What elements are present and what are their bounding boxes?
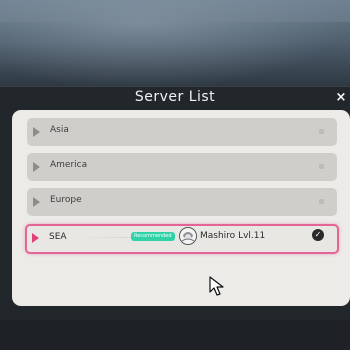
check-circle-icon: ✓ (312, 229, 324, 241)
server-name: Europe (50, 195, 82, 205)
background-top-bar (0, 0, 350, 22)
play-triangle-icon (32, 233, 39, 243)
play-triangle-icon (33, 197, 40, 207)
server-name: America (50, 160, 88, 170)
close-button[interactable]: × (334, 91, 348, 105)
recommended-badge: Recommended (131, 232, 175, 241)
player-name: Mashiro (200, 231, 236, 241)
square-dot-icon (319, 129, 324, 134)
server-row-europe[interactable]: Europe (27, 188, 337, 216)
player-level: Lvl.11 (238, 231, 266, 241)
server-name: Asia (50, 125, 69, 135)
dialog-bottom-bar (0, 320, 350, 350)
square-dot-icon (319, 199, 324, 204)
mouse-cursor-icon (209, 276, 227, 300)
server-row-america[interactable]: America (27, 153, 337, 181)
server-row-asia[interactable]: Asia (27, 118, 337, 146)
play-triangle-icon (33, 162, 40, 172)
player-avatar-icon (179, 227, 197, 245)
square-dot-icon (319, 164, 324, 169)
dialog-title: Server List (134, 89, 216, 105)
player-info: Mashiro Lvl.11 (200, 231, 265, 241)
play-triangle-icon (33, 127, 40, 137)
server-name: SEA (49, 232, 67, 242)
server-row-sea[interactable]: SEA Recommended Mashiro Lvl.11 ✓ (25, 224, 339, 254)
